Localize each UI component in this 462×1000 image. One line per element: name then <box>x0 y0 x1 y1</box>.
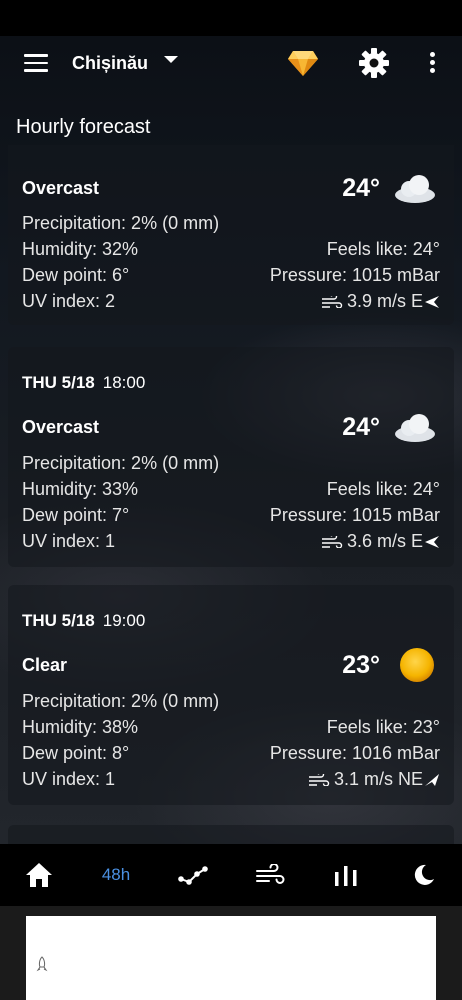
uv-row: UV index: 1 3.1 m/s NE <box>22 769 440 793</box>
bottom-navigation: 48h <box>0 844 462 906</box>
dew-row: Dew point: 6° Pressure: 1015 mBar <box>22 265 440 289</box>
uv-row: UV index: 2 3.9 m/s E <box>22 291 440 315</box>
feels-like: Feels like: 24° <box>326 239 440 259</box>
feels-like: Feels like: 23° <box>326 717 440 737</box>
home-indicator[interactable] <box>138 987 324 992</box>
humidity-row: Humidity: 38% Feels like: 23° <box>22 717 440 741</box>
precipitation-row: Precipitation: 2% (0 mm) <box>22 453 440 477</box>
home-icon <box>26 863 52 887</box>
wind-speed: 3.9 m/s E <box>346 291 423 311</box>
card-time: THU 5/18 18:00 <box>22 373 145 393</box>
condition-label: Clear <box>22 655 68 675</box>
uv-row: UV index: 1 3.6 m/s E <box>22 531 440 555</box>
cloud-icon <box>395 175 435 203</box>
hourly-card[interactable]: THU 5/18 18:00 Overcast 24° Precipitation… <box>8 347 454 567</box>
hourly-list[interactable]: Overcast 24° Precipitation: 2% (0 mm) Hu… <box>0 145 462 844</box>
dew-point: Dew point: 7° <box>22 505 130 525</box>
card-day: THU 5/18 <box>22 373 95 392</box>
wind-icon <box>321 296 343 309</box>
nav-home[interactable] <box>18 844 60 906</box>
moon-icon <box>414 864 434 885</box>
humidity-row: Humidity: 32% Feels like: 24° <box>22 239 440 263</box>
temperature: 23° <box>342 651 380 679</box>
uv-index: UV index: 1 <box>22 531 116 551</box>
condition-label: Overcast <box>22 417 100 437</box>
temperature: 24° <box>342 413 380 441</box>
wind-info: 3.1 m/s NE <box>308 769 440 790</box>
pressure: Pressure: 1015 mBar <box>269 265 440 285</box>
section-title: Hourly forecast <box>16 116 151 138</box>
wind-speed: 3.1 m/s NE <box>333 769 423 789</box>
bar-chart-icon <box>335 866 357 886</box>
nav-wind[interactable] <box>252 844 288 906</box>
nav-48h[interactable]: 48h <box>94 844 138 906</box>
city-selector[interactable]: Chișinău <box>72 53 148 74</box>
card-time: THU 5/18 19:00 <box>22 611 145 631</box>
pressure: Pressure: 1016 mBar <box>269 743 440 763</box>
wind-icon <box>321 536 343 549</box>
chevron-down-icon[interactable] <box>164 56 178 63</box>
pressure: Pressure: 1015 mBar <box>269 505 440 525</box>
rocket-icon <box>36 956 48 972</box>
temperature: 24° <box>342 174 380 202</box>
hourly-card[interactable]: Overcast 24° Precipitation: 2% (0 mm) Hu… <box>8 145 454 325</box>
precipitation: Precipitation: 2% (0 mm) <box>22 691 220 711</box>
uv-index: UV index: 2 <box>22 291 116 311</box>
card-hour: 19:00 <box>102 611 146 630</box>
hourly-card[interactable]: THU 5/18 19:00 Clear 23° Precipitation: 2… <box>8 585 454 805</box>
precipitation: Precipitation: 2% (0 mm) <box>22 213 220 233</box>
nav-graph[interactable] <box>174 844 212 906</box>
card-day: THU 5/18 <box>22 611 95 630</box>
uv-index: UV index: 1 <box>22 769 116 789</box>
wind-direction-arrow-icon <box>425 296 439 309</box>
wind-info: 3.6 m/s E <box>321 531 440 552</box>
condition-label: Overcast <box>22 178 100 198</box>
wind-direction-arrow-icon <box>425 536 439 549</box>
hourly-card[interactable] <box>8 825 454 844</box>
precipitation-row: Precipitation: 2% (0 mm) <box>22 691 440 715</box>
hamburger-menu-icon[interactable] <box>24 54 48 72</box>
wind-icon <box>256 864 285 884</box>
graph-icon <box>178 866 208 885</box>
feels-like: Feels like: 24° <box>326 479 440 499</box>
dew-point: Dew point: 8° <box>22 743 130 763</box>
nav-bars[interactable] <box>330 844 362 906</box>
wind-speed: 3.6 m/s E <box>346 531 423 551</box>
humidity: Humidity: 32% <box>22 239 139 259</box>
gear-icon[interactable] <box>359 48 389 78</box>
sun-icon <box>400 648 434 682</box>
dew-row: Dew point: 8° Pressure: 1016 mBar <box>22 743 440 767</box>
vertical-dots-icon[interactable] <box>426 52 438 76</box>
wind-direction-arrow-icon <box>425 774 439 787</box>
wind-icon <box>308 774 330 787</box>
humidity: Humidity: 38% <box>22 717 139 737</box>
card-hour: 18:00 <box>102 373 146 392</box>
precipitation: Precipitation: 2% (0 mm) <box>22 453 220 473</box>
wind-info: 3.9 m/s E <box>321 291 440 312</box>
cloud-icon <box>395 414 435 442</box>
nav-moon[interactable] <box>406 844 440 906</box>
nav-48h-label: 48h <box>101 865 131 884</box>
ad-banner-area <box>0 906 462 1000</box>
humidity: Humidity: 33% <box>22 479 139 499</box>
dew-point: Dew point: 6° <box>22 265 130 285</box>
dew-row: Dew point: 7° Pressure: 1015 mBar <box>22 505 440 529</box>
humidity-row: Humidity: 33% Feels like: 24° <box>22 479 440 503</box>
status-bar <box>0 0 462 36</box>
diamond-gem-icon[interactable] <box>287 49 319 77</box>
precipitation-row: Precipitation: 2% (0 mm) <box>22 213 440 237</box>
